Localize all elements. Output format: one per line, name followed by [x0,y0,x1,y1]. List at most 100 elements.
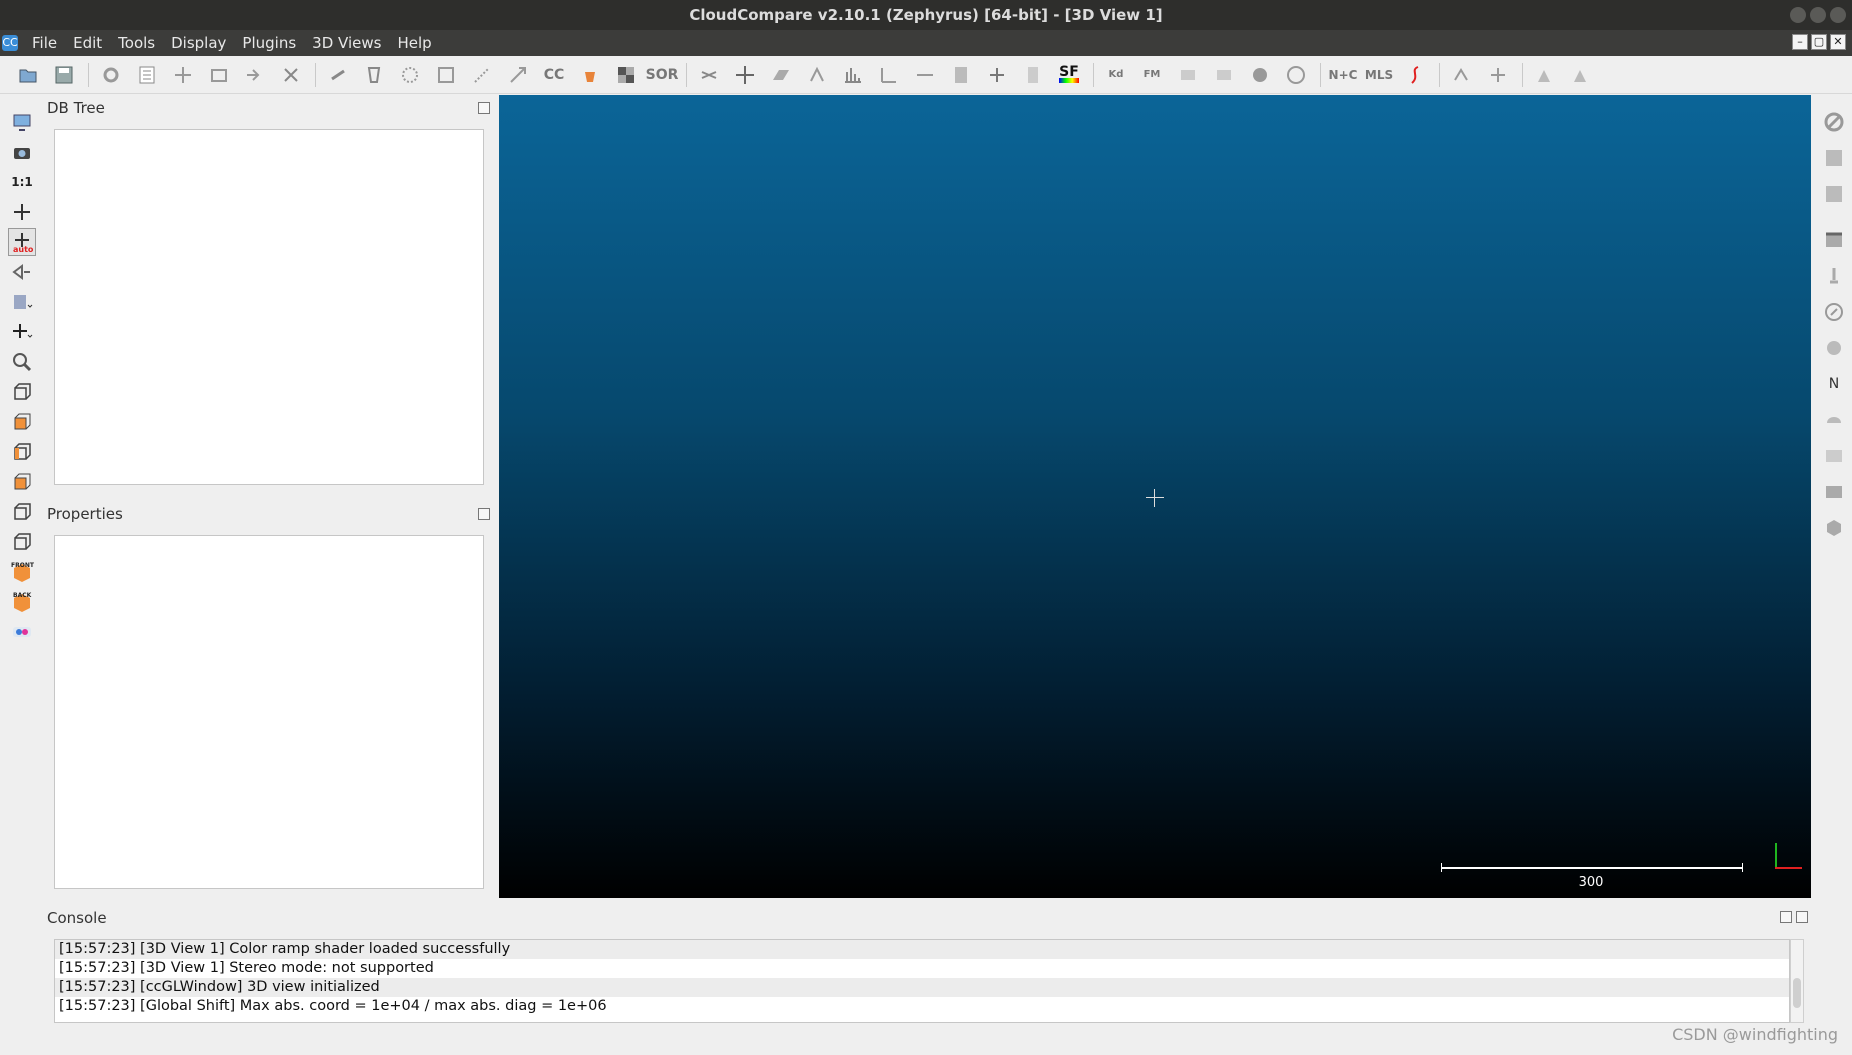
edl-icon[interactable] [1820,144,1848,172]
camera-icon[interactable] [8,138,36,166]
animation-icon[interactable] [1820,226,1848,254]
ball-icon[interactable] [1246,61,1274,89]
sphere-dots-icon[interactable] [396,61,424,89]
pcv-icon[interactable] [1820,478,1848,506]
menu-tools[interactable]: Tools [110,30,163,56]
facet-icon[interactable]: FM [1138,61,1166,89]
stereo-icon[interactable] [8,618,36,646]
distance-icon[interactable] [875,61,903,89]
zoom-icon[interactable] [8,348,36,376]
save-icon[interactable] [50,61,78,89]
mls-icon[interactable]: MLS [1365,61,1393,89]
console-log[interactable]: [15:57:23] [3D View 1] Color ramp shader… [54,939,1790,1023]
list-icon[interactable] [133,61,161,89]
plane-icon[interactable] [767,61,795,89]
menu-display[interactable]: Display [163,30,234,56]
normals-icon[interactable]: N+C [1329,61,1358,89]
auto-pivot-button[interactable]: auto [8,228,36,256]
monitor-icon[interactable] [8,108,36,136]
histogram-icon[interactable] [839,61,867,89]
maximize-window-button[interactable] [1810,7,1826,23]
canupo-classify-icon[interactable] [1567,61,1595,89]
pivot-icon[interactable] [8,198,36,226]
mdi-restore-button[interactable]: ▢ [1811,34,1827,50]
bucket-icon[interactable] [576,61,604,89]
wave-icon[interactable] [1448,61,1476,89]
pin-icon[interactable] [1820,262,1848,290]
sor-filter-icon[interactable]: SOR [646,61,679,89]
segment-icon[interactable] [360,61,388,89]
cloud2-icon[interactable] [1210,61,1238,89]
menu-edit[interactable]: Edit [65,30,110,56]
properties-float-button[interactable] [478,508,490,520]
ssao-icon[interactable] [1820,180,1848,208]
mesh-icon[interactable] [432,61,460,89]
merge-icon[interactable] [205,61,233,89]
front-view-icon[interactable] [8,438,36,466]
mdi-close-button[interactable]: ✕ [1830,34,1846,50]
add-point-icon[interactable] [983,61,1011,89]
calculator-icon[interactable] [947,61,975,89]
doc-icon[interactable] [1019,61,1047,89]
subsample-icon[interactable] [241,61,269,89]
canupo-create-icon[interactable] [1531,61,1559,89]
main-toolbar: CC SOR SF Kd FM N+C MLS [0,56,1852,94]
close-window-button[interactable] [1830,7,1846,23]
menu-plugins[interactable]: Plugins [234,30,304,56]
forbidden-icon[interactable] [1820,108,1848,136]
console-close-button[interactable] [1796,911,1808,923]
link-icon[interactable] [324,61,352,89]
m3c2-icon[interactable] [1820,442,1848,470]
clone-icon[interactable] [169,61,197,89]
top-view-icon[interactable] [8,408,36,436]
kd-tree-icon[interactable]: Kd [1102,61,1130,89]
curve-icon[interactable] [1401,61,1429,89]
db-tree-panel[interactable] [54,129,484,485]
scissors-icon[interactable] [695,61,723,89]
compass-icon[interactable] [1820,298,1848,326]
front-cube-icon[interactable]: FRONT [8,558,36,586]
mdi-minimize-button[interactable]: – [1792,34,1808,50]
properties-panel[interactable] [54,535,484,889]
left-view-icon[interactable] [8,468,36,496]
scale-arrow-icon[interactable] [504,61,532,89]
app-icon: CC [2,35,18,51]
cc-label-icon[interactable]: CC [540,61,568,89]
cork-icon[interactable] [1820,334,1848,362]
console-line: [15:57:23] [3D View 1] Stereo mode: not … [59,960,434,976]
scalar-field-icon[interactable]: SF [1055,61,1083,89]
translate-icon[interactable] [731,61,759,89]
back-cube-icon[interactable]: BACK [8,588,36,616]
menu-3d-views[interactable]: 3D Views [304,30,389,56]
transform-icon[interactable] [1484,61,1512,89]
north-icon[interactable]: N [1820,370,1848,398]
light-dropdown-icon[interactable] [8,288,36,316]
gear-icon[interactable] [97,61,125,89]
minmax-icon[interactable] [911,61,939,89]
window-title: CloudCompare v2.10.1 (Zephyrus) [64-bit]… [689,6,1163,24]
iso-view-icon[interactable] [8,378,36,406]
align-icon[interactable] [803,61,831,89]
console-scrollbar[interactable] [1790,939,1804,1023]
scale-tick-right [1742,863,1743,872]
menu-bar: CC File Edit Tools Display Plugins 3D Vi… [0,30,1852,56]
hpr-icon[interactable] [1820,406,1848,434]
console-float-button[interactable] [1780,911,1792,923]
delete-icon[interactable] [277,61,305,89]
menu-file[interactable]: File [24,30,65,56]
zoom-1to1-button[interactable]: 1:1 [8,168,36,196]
hexagon-icon[interactable] [1820,514,1848,542]
bottom-view-icon[interactable] [8,528,36,556]
globe-icon[interactable] [1282,61,1310,89]
open-file-icon[interactable] [14,61,42,89]
menu-help[interactable]: Help [389,30,439,56]
db-tree-float-button[interactable] [478,102,490,114]
checker-icon[interactable] [612,61,640,89]
rotation-dropdown-icon[interactable] [8,318,36,346]
points-icon[interactable] [468,61,496,89]
minimize-window-button[interactable] [1790,7,1806,23]
perspective-icon[interactable] [8,258,36,286]
cloud-icon[interactable] [1174,61,1202,89]
mdi-controls: – ▢ ✕ [1792,34,1846,50]
right-view-icon[interactable] [8,498,36,526]
